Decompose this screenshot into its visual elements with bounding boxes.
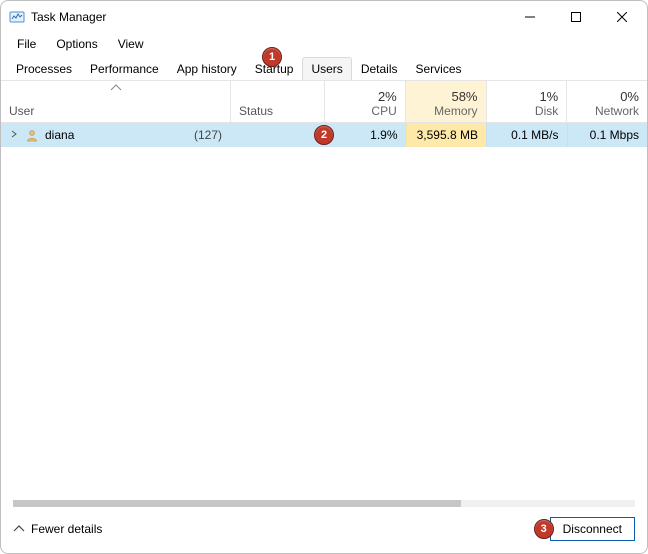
header-disk[interactable]: 1% Disk [487,81,568,122]
horizontal-scrollbar[interactable] [13,500,635,507]
title-bar: Task Manager [1,1,647,33]
header-cpu-label: CPU [371,104,396,118]
process-count: (127) [194,128,222,142]
header-network[interactable]: 0% Network [567,81,647,122]
app-icon [9,9,25,25]
tab-app-history[interactable]: App history [168,57,246,80]
fewer-details-toggle[interactable]: Fewer details [13,522,102,536]
user-list: diana (127) 2 1.9% 3,595.8 MB 0.1 MB/s 0… [1,123,647,500]
header-disk-label: Disk [535,104,558,118]
header-memory[interactable]: 58% Memory [406,81,487,122]
fewer-details-label: Fewer details [31,522,102,536]
user-cell: diana (127) [1,123,231,147]
annotation-badge-3: 3 [534,519,554,539]
tab-bar: Processes Performance App history Startu… [1,57,647,81]
cpu-cell: 1.9% [325,123,406,147]
menu-options[interactable]: Options [46,35,107,53]
header-disk-pct: 1% [539,89,558,104]
user-name: diana [45,128,74,142]
disconnect-button[interactable]: Disconnect [550,517,635,541]
memory-cell: 3,595.8 MB [406,123,487,147]
column-headers: User Status 2% CPU 58% Memory 1% Disk 0%… [1,81,647,123]
tab-users[interactable]: Users [302,57,351,80]
footer: Fewer details 3 Disconnect [1,507,647,553]
network-cell: 0.1 Mbps [567,123,648,147]
sort-indicator-icon [110,83,122,93]
annotation-badge-1: 1 [262,47,282,67]
header-user-label: User [9,104,222,118]
header-network-label: Network [595,104,639,118]
tab-details[interactable]: Details [352,57,407,80]
tab-processes[interactable]: Processes [7,57,81,80]
maximize-button[interactable] [553,1,599,33]
window-buttons [507,1,645,33]
annotation-badge-2: 2 [314,125,334,145]
minimize-button[interactable] [507,1,553,33]
header-user[interactable]: User [1,81,231,122]
tab-services[interactable]: Services [407,57,471,80]
menu-bar: File Options View [1,33,647,57]
memory-value: 3,595.8 MB [417,128,478,142]
menu-view[interactable]: View [108,35,154,53]
scrollbar-thumb[interactable] [13,500,461,507]
cpu-value: 1.9% [370,128,397,142]
disk-value: 0.1 MB/s [511,128,558,142]
header-network-pct: 0% [620,89,639,104]
network-value: 0.1 Mbps [590,128,639,142]
header-memory-pct: 58% [451,89,477,104]
disk-cell: 0.1 MB/s [486,123,567,147]
header-status-label: Status [239,104,316,118]
expand-icon[interactable] [9,130,19,141]
user-icon [25,128,39,142]
chevron-up-icon [13,522,25,536]
status-cell: 2 [231,123,325,147]
user-row[interactable]: diana (127) 2 1.9% 3,595.8 MB 0.1 MB/s 0… [1,123,647,147]
task-manager-window: Task Manager File Options View Processes… [0,0,648,554]
header-cpu-pct: 2% [378,89,397,104]
window-title: Task Manager [31,10,106,24]
header-memory-label: Memory [434,104,477,118]
tab-performance[interactable]: Performance [81,57,168,80]
header-status[interactable]: Status [231,81,325,122]
header-cpu[interactable]: 2% CPU [325,81,406,122]
close-button[interactable] [599,1,645,33]
menu-file[interactable]: File [7,35,46,53]
